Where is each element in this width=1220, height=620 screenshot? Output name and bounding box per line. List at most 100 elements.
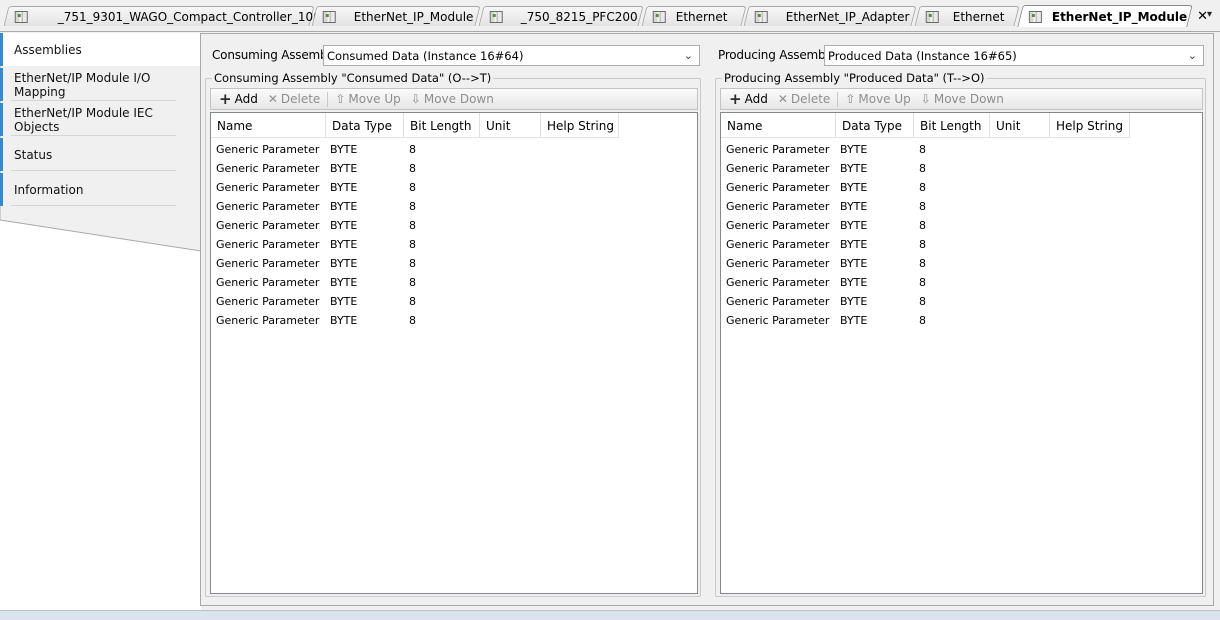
producing-group: Producing Assembly "Produced Data" (T-->…	[715, 71, 1206, 597]
table-row[interactable]: Generic Parameter BYTE 8	[211, 235, 697, 254]
tab-label: _751_9301_WAGO_Compact_Controller_100	[57, 9, 321, 24]
column-header-data-type[interactable]: Data Type	[326, 113, 404, 138]
table-row[interactable]: Generic Parameter BYTE 8	[211, 311, 697, 330]
consuming-group-title: Consuming Assembly "Consumed Data" (O-->…	[212, 71, 494, 85]
consuming-toolbar: + Add ✕ Delete ⇧ Move Up ⇩ Move Down	[210, 88, 698, 110]
cell-name: Generic Parameter	[726, 181, 830, 194]
table-row[interactable]: Generic Parameter BYTE 8	[211, 140, 697, 159]
column-header-name[interactable]: Name	[721, 113, 836, 138]
cell-data-type: BYTE	[840, 181, 868, 194]
column-header-name[interactable]: Name	[211, 113, 326, 138]
category-label: EtherNet/IP Module IEC Objects	[14, 105, 153, 134]
toolbar-separator	[837, 91, 839, 107]
cell-name: Generic Parameter	[216, 314, 320, 327]
producing-assembly-select[interactable]: Produced Data (Instance 16#65) ⌄	[824, 45, 1204, 66]
cell-name: Generic Parameter	[216, 257, 320, 270]
cell-data-type: BYTE	[840, 295, 868, 308]
table-row[interactable]: Generic Parameter BYTE 8	[211, 178, 697, 197]
cell-data-type: BYTE	[330, 238, 358, 251]
table-row[interactable]: Generic Parameter BYTE 8	[721, 292, 1202, 311]
column-header-unit[interactable]: Unit	[480, 113, 541, 138]
table-row[interactable]: Generic Parameter BYTE 8	[721, 235, 1202, 254]
cell-data-type: BYTE	[330, 181, 358, 194]
cell-data-type: BYTE	[330, 257, 358, 270]
column-header-help-string[interactable]: Help String	[1050, 113, 1130, 138]
category-pane: Assemblies EtherNet/IP Module I/O Mappin…	[0, 33, 201, 620]
table-row[interactable]: Generic Parameter BYTE 8	[721, 216, 1202, 235]
tab-ethernet-ip-module-active[interactable]: EtherNet_IP_Module ✕	[1017, 5, 1208, 27]
device-icon	[652, 10, 666, 23]
table-row[interactable]: Generic Parameter BYTE 8	[721, 311, 1202, 330]
cell-bit-length: 8	[919, 314, 926, 327]
move-down-button[interactable]: ⇩ Move Down	[406, 92, 499, 106]
cell-data-type: BYTE	[330, 219, 358, 232]
cell-name: Generic Parameter	[726, 257, 830, 270]
move-down-button[interactable]: ⇩ Move Down	[916, 92, 1009, 106]
tab-label: Ethernet	[675, 9, 728, 24]
cell-data-type: BYTE	[840, 200, 868, 213]
status-bar	[0, 610, 1220, 620]
category-label: Status	[14, 147, 53, 162]
column-header-data-type[interactable]: Data Type	[836, 113, 914, 138]
cell-bit-length: 8	[409, 143, 416, 156]
delete-button[interactable]: ✕ Delete	[773, 92, 836, 106]
add-button[interactable]: + Add	[724, 89, 773, 108]
column-header-bit-length[interactable]: Bit Length	[914, 113, 990, 138]
cell-data-type: BYTE	[330, 314, 358, 327]
plus-icon: +	[729, 89, 742, 108]
tab-ethernet-ip-adapter[interactable]: EtherNet_IP_Adapter	[743, 6, 917, 26]
consuming-assembly-select[interactable]: Consumed Data (Instance 16#64) ⌄	[323, 45, 700, 66]
table-row[interactable]: Generic Parameter BYTE 8	[721, 140, 1202, 159]
consuming-parameter-table: Name Data Type Bit Length Unit Help Stri…	[210, 112, 698, 594]
table-row[interactable]: Generic Parameter BYTE 8	[721, 178, 1202, 197]
close-icon[interactable]: ✕	[1197, 9, 1208, 24]
tab-pfc200[interactable]: _750_8215_PFC200	[478, 6, 644, 26]
cell-bit-length: 8	[409, 219, 416, 232]
table-row[interactable]: Generic Parameter BYTE 8	[721, 273, 1202, 292]
consuming-assembly-label: Consuming Assembly	[212, 48, 338, 62]
cell-name: Generic Parameter	[726, 238, 830, 251]
cell-name: Generic Parameter	[216, 200, 320, 213]
table-row[interactable]: Generic Parameter BYTE 8	[211, 197, 697, 216]
category-io-mapping[interactable]: EtherNet/IP Module I/O Mapping	[0, 68, 178, 101]
category-iec-objects[interactable]: EtherNet/IP Module IEC Objects	[0, 103, 178, 136]
table-row[interactable]: Generic Parameter BYTE 8	[721, 254, 1202, 273]
device-icon	[925, 10, 939, 23]
column-header-help-string[interactable]: Help String	[541, 113, 619, 138]
table-row[interactable]: Generic Parameter BYTE 8	[211, 254, 697, 273]
table-row[interactable]: Generic Parameter BYTE 8	[211, 273, 697, 292]
category-label: EtherNet/IP Module I/O Mapping	[14, 70, 151, 99]
move-up-button[interactable]: ⇧ Move Up	[840, 92, 915, 106]
tab-label: EtherNet_IP_Adapter	[785, 9, 910, 24]
tab-ethernet-ip-module-1[interactable]: EtherNet_IP_Module	[311, 6, 481, 26]
cell-name: Generic Parameter	[726, 143, 830, 156]
producing-assembly-value: Produced Data (Instance 16#65)	[828, 48, 1017, 63]
table-row[interactable]: Generic Parameter BYTE 8	[721, 197, 1202, 216]
category-assemblies[interactable]: Assemblies	[0, 33, 201, 66]
add-button[interactable]: + Add	[214, 91, 263, 107]
table-row[interactable]: Generic Parameter BYTE 8	[721, 159, 1202, 178]
cell-bit-length: 8	[919, 295, 926, 308]
category-status[interactable]: Status	[0, 138, 178, 171]
cell-data-type: BYTE	[330, 162, 358, 175]
cell-bit-length: 8	[919, 219, 926, 232]
category-information[interactable]: Information	[0, 173, 178, 206]
table-row[interactable]: Generic Parameter BYTE 8	[211, 292, 697, 311]
table-row[interactable]: Generic Parameter BYTE 8	[211, 216, 697, 235]
tab-ethernet-2[interactable]: Ethernet	[914, 6, 1020, 26]
cell-data-type: BYTE	[840, 314, 868, 327]
table-row[interactable]: Generic Parameter BYTE 8	[211, 159, 697, 178]
tab-ethernet-1[interactable]: Ethernet	[641, 6, 747, 26]
cell-data-type: BYTE	[840, 257, 868, 270]
move-up-button[interactable]: ⇧ Move Up	[330, 92, 405, 106]
consuming-group: Consuming Assembly "Consumed Data" (O-->…	[205, 71, 701, 597]
cell-bit-length: 8	[409, 314, 416, 327]
device-icon	[14, 10, 28, 23]
arrow-down-icon: ⇩	[920, 92, 931, 106]
column-header-bit-length[interactable]: Bit Length	[404, 113, 480, 138]
tab-wago-compact-controller[interactable]: _751_9301_WAGO_Compact_Controller_100	[3, 6, 321, 26]
cell-name: Generic Parameter	[726, 276, 830, 289]
delete-button[interactable]: ✕ Delete	[263, 92, 326, 106]
cell-data-type: BYTE	[330, 276, 358, 289]
column-header-unit[interactable]: Unit	[990, 113, 1050, 138]
